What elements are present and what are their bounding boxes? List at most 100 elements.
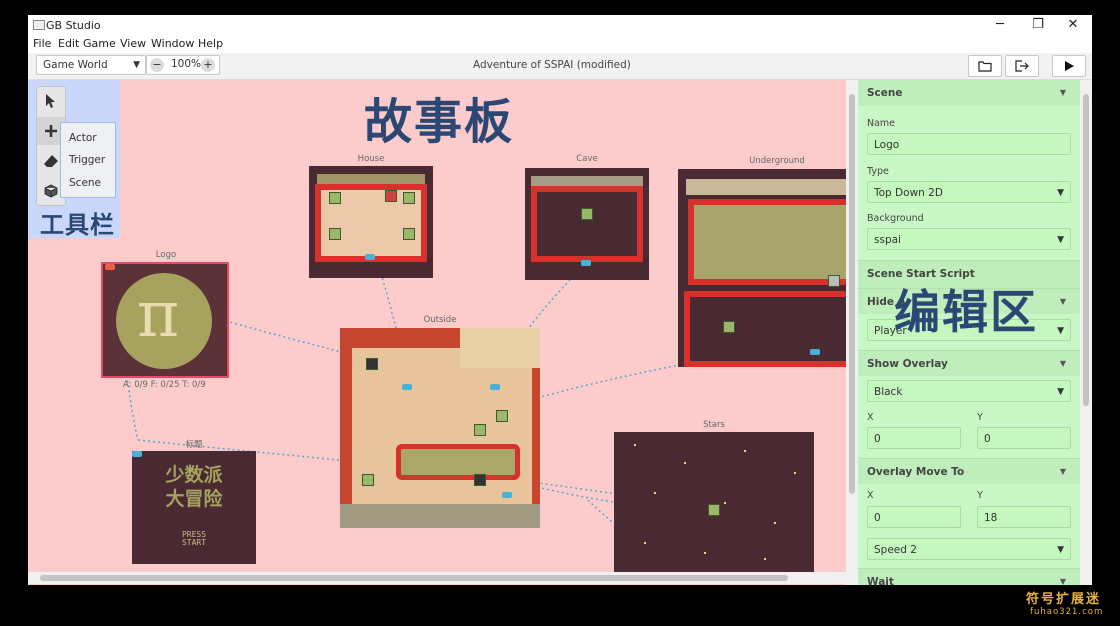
actor-sprite[interactable] [496,410,508,422]
actor-sprite[interactable] [403,228,415,240]
underground-floor [684,291,846,367]
scene-house[interactable] [309,166,433,278]
actor-sprite[interactable] [474,474,486,486]
title-line-1: 少数派 [165,464,223,486]
scene-label-logo: Logo [155,250,177,260]
actor-sprite[interactable] [366,358,378,370]
app-window: GB Studio ─ ❐ ✕ File Edit Game View Wind… [28,15,1092,585]
trigger-marker[interactable] [502,492,512,498]
select-tool[interactable] [37,87,65,115]
storyboard-annotation: 故事板 [364,94,515,150]
scene-logo[interactable]: π [101,262,229,378]
outside-pond [396,444,520,480]
scene-section-title: Scene [867,87,903,99]
app-icon [33,20,45,30]
editor-panel: Scene ▼ Name Logo Type Top Down 2D ▼ Bac… [858,80,1080,585]
scene-outside[interactable] [340,328,540,528]
scene-stats-logo: A: 0/9 F: 0/25 T: 0/9 [123,380,206,390]
overlay-color-value: Black [874,386,903,398]
overlay-x-input[interactable]: 0 [867,427,961,449]
menu-help[interactable]: Help [198,37,223,50]
watermark-url: fuhao321.com [1030,607,1104,617]
background-value: sspai [874,234,901,246]
scene-label-house: House [357,154,385,164]
menu-item-trigger[interactable]: Trigger [69,154,105,166]
scrollbar-thumb[interactable] [40,575,788,581]
panel-vertical-scrollbar[interactable] [1080,80,1092,585]
zoom-out-button[interactable]: − [150,58,164,72]
collapse-icon: ▼ [1059,359,1066,368]
overlay-y-input[interactable]: 0 [977,427,1071,449]
scene-cave[interactable] [525,168,649,280]
chevron-down-icon: ▼ [1057,387,1064,397]
outside-sand [352,348,532,504]
menu-game[interactable]: Game [83,37,116,50]
actor-sprite[interactable] [329,192,341,204]
maximize-button[interactable]: ❐ [1023,15,1053,35]
folder-icon [978,61,992,72]
actor-sprite[interactable] [828,275,840,287]
trigger-marker[interactable] [490,384,500,390]
actor-sprite[interactable] [474,424,486,436]
trigger-marker[interactable] [810,349,820,355]
trigger-marker[interactable] [581,260,591,266]
overlay-move-title: Overlay Move To [867,466,965,478]
star [684,462,686,464]
world-select[interactable]: Game World ▼ [36,55,146,75]
minimize-button[interactable]: ─ [985,15,1015,35]
scene-title[interactable]: 少数派 大冒险 PRESS START [132,451,256,564]
overlay-move-header[interactable]: Overlay Move To ▼ [858,458,1080,484]
wait-header[interactable]: Wait ▼ [858,568,1080,585]
scene-underground[interactable] [678,169,846,367]
zoom-control: − 100% + [146,55,220,75]
actor-sprite[interactable] [403,192,415,204]
canvas-horizontal-scrollbar[interactable] [28,572,846,584]
menu-file[interactable]: File [33,37,51,50]
menu-view[interactable]: View [120,37,146,50]
menu-item-scene[interactable]: Scene [69,177,101,189]
actor-sprite[interactable] [581,208,593,220]
editor-annotation: 编辑区 [894,285,1038,339]
play-button[interactable] [1052,55,1086,77]
underground-rocks [686,179,846,195]
world-canvas[interactable]: Actor Trigger Scene 工具栏 故事板 Logo π A: 0/… [28,80,846,585]
background-select[interactable]: sspai ▼ [867,228,1071,250]
name-label: Name [867,118,896,129]
cursor-icon [46,94,55,108]
move-y-label: Y [977,490,983,501]
export-button[interactable] [1005,55,1039,77]
overlay-color-select[interactable]: Black ▼ [867,380,1071,402]
trigger-marker[interactable] [365,254,375,260]
scene-type-select[interactable]: Top Down 2D ▼ [867,181,1071,203]
window-title: GB Studio [46,19,101,32]
close-button[interactable]: ✕ [1058,15,1088,35]
scene-section-header[interactable]: Scene ▼ [858,80,1080,106]
background-label: Background [867,213,924,224]
actor-sprite[interactable] [362,474,374,486]
trigger-marker[interactable] [402,384,412,390]
open-folder-button[interactable] [968,55,1002,77]
menu-bar: File Edit Game View Window Help [28,35,1092,53]
show-overlay-header[interactable]: Show Overlay ▼ [858,350,1080,376]
actor-sprite[interactable] [385,190,397,202]
logo-glyph: π [137,278,180,352]
actor-sprite[interactable] [723,321,735,333]
canvas-vertical-scrollbar[interactable] [846,80,858,585]
menu-edit[interactable]: Edit [58,37,79,50]
cave-floor [531,186,643,262]
move-x-input[interactable]: 0 [867,506,961,528]
menu-item-actor[interactable]: Actor [69,132,97,144]
scene-stars[interactable] [614,432,814,572]
zoom-in-button[interactable]: + [201,58,215,72]
actor-sprite[interactable] [329,228,341,240]
export-icon [1015,60,1029,72]
scrollbar-thumb[interactable] [1083,94,1089,406]
scrollbar-thumb[interactable] [849,94,855,494]
scene-name-input[interactable]: Logo [867,133,1071,155]
move-y-input[interactable]: 18 [977,506,1071,528]
menu-window[interactable]: Window [151,37,194,50]
house-wall [317,174,425,184]
actor-sprite[interactable] [708,504,720,516]
outside-rocks [340,504,540,528]
speed-select[interactable]: Speed 2 ▼ [867,538,1071,560]
